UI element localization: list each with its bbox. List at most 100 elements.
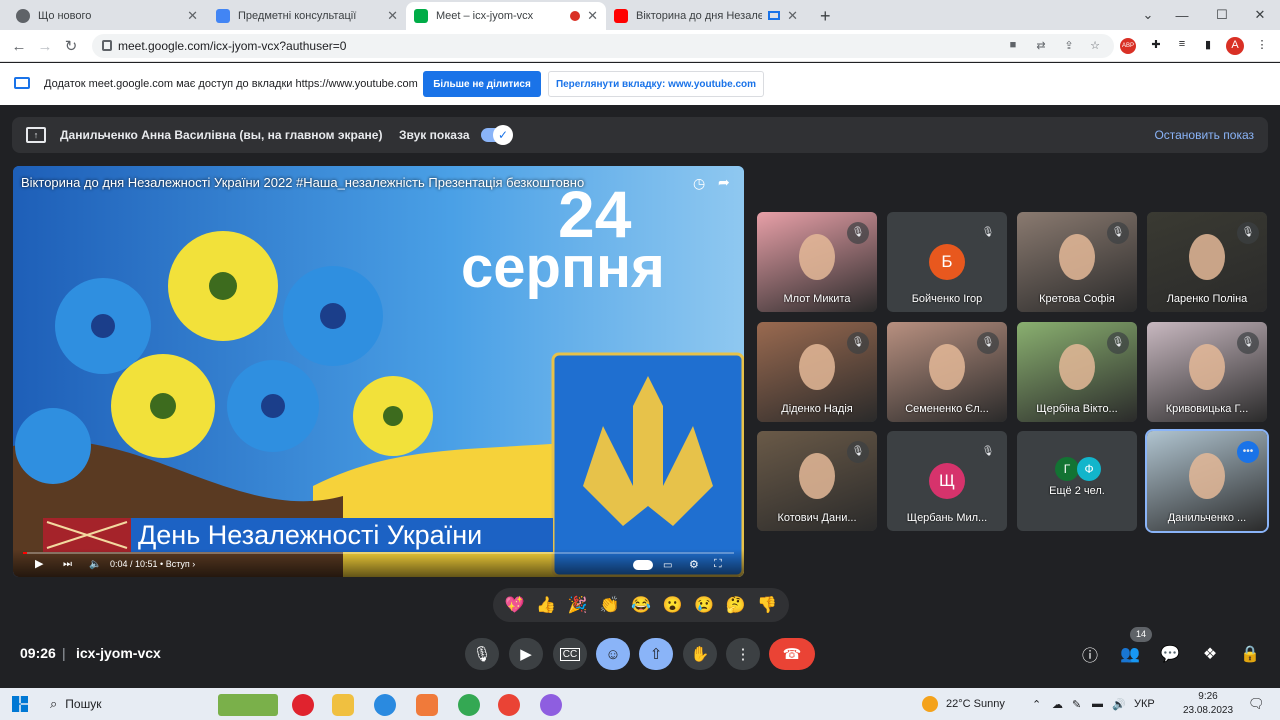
- participant-tile[interactable]: 🎙 Ларенко Поліна: [1147, 212, 1267, 312]
- participant-tile[interactable]: Б 🎙 Бойченко Ігор: [887, 212, 1007, 312]
- chevron-up-icon[interactable]: ⌃: [1032, 688, 1041, 720]
- participant-tile[interactable]: ••• Данильченко ...: [1145, 429, 1269, 533]
- view-tab-button[interactable]: Переглянути вкладку: www.youtube.com: [548, 71, 764, 97]
- participant-tile[interactable]: 🎙 Семененко Єл...: [887, 322, 1007, 422]
- stop-presenting-link[interactable]: Остановить показ: [1154, 128, 1254, 142]
- taskbar-search[interactable]: ⌕ Пошук: [42, 688, 222, 720]
- browser-tab-4[interactable]: Вікторина до дня Незалеж... ✕: [606, 2, 806, 30]
- share-sound-toggle[interactable]: ✓: [481, 125, 513, 145]
- participant-tile[interactable]: Г Ф Ещё 2 чел.: [1017, 431, 1137, 531]
- activities-button[interactable]: ❖: [1198, 642, 1222, 666]
- browser-tab-2[interactable]: Предметні консультації ✕: [208, 2, 406, 30]
- reaction-emoji[interactable]: 🤔: [726, 595, 746, 615]
- shared-video[interactable]: 24 серпня День Незалежності України Вікт…: [13, 166, 744, 577]
- share-video-icon[interactable]: ➦: [718, 174, 730, 191]
- mic-button[interactable]: 🎙: [465, 638, 499, 670]
- app-icon[interactable]: [416, 694, 438, 716]
- weather-widget[interactable]: 22°C Sunny: [922, 688, 1005, 720]
- reaction-emoji[interactable]: 👎: [757, 595, 777, 615]
- pen-icon[interactable]: ✎: [1072, 688, 1081, 720]
- settings-icon[interactable]: ⚙: [689, 558, 699, 571]
- close-tab-icon[interactable]: ✕: [387, 8, 398, 24]
- close-window-icon[interactable]: ✕: [1240, 0, 1280, 30]
- emoji-button[interactable]: ☺: [596, 638, 630, 670]
- leave-call-button[interactable]: ☎: [769, 638, 815, 670]
- close-tab-icon[interactable]: ✕: [587, 8, 598, 24]
- next-icon[interactable]: ⏭: [63, 559, 72, 570]
- speaker-icon[interactable]: 🔊: [1112, 688, 1126, 720]
- mic-icon: 🎙: [472, 646, 492, 663]
- minimize-icon[interactable]: —: [1162, 0, 1202, 30]
- fullscreen-icon[interactable]: ⛶: [714, 558, 722, 571]
- meeting-info-button[interactable]: ⓘ: [1078, 642, 1102, 666]
- language-indicator[interactable]: УКР: [1134, 688, 1155, 720]
- reaction-emoji[interactable]: 💖: [505, 595, 525, 615]
- captions-button[interactable]: CC: [553, 638, 587, 670]
- reaction-emoji[interactable]: 👍: [536, 595, 556, 615]
- hang-up-icon: ☎: [782, 646, 802, 663]
- volume-icon[interactable]: 🔈: [89, 559, 101, 570]
- file-explorer-icon[interactable]: [332, 694, 354, 716]
- edge-icon[interactable]: [374, 694, 396, 716]
- reaction-emoji[interactable]: 😢: [694, 595, 714, 615]
- notifications-icon[interactable]: 🗨: [1248, 688, 1265, 720]
- mic-off-icon: 🎙: [977, 441, 999, 463]
- reload-icon[interactable]: ↻: [58, 30, 84, 62]
- participant-tile[interactable]: 🎙 Котович Дани...: [757, 431, 877, 531]
- subtitles-icon[interactable]: ▭: [663, 560, 672, 571]
- back-icon[interactable]: ←: [6, 30, 32, 62]
- windows-start-icon[interactable]: [12, 696, 28, 712]
- raise-hand-button[interactable]: ✋: [683, 638, 717, 670]
- sidepanel-icon[interactable]: ▮: [1200, 38, 1216, 54]
- forward-icon[interactable]: →: [32, 30, 58, 62]
- camera-button[interactable]: ▶: [509, 638, 543, 670]
- people-button[interactable]: 👥: [1118, 642, 1142, 666]
- menu-dots-icon[interactable]: ⋮: [1254, 38, 1270, 54]
- more-options-button[interactable]: ⋮: [726, 638, 760, 670]
- participant-tile[interactable]: 🎙 Кривовицька Г...: [1147, 322, 1267, 422]
- reaction-emoji[interactable]: 🎉: [568, 595, 588, 615]
- extensions-icon[interactable]: ✚: [1148, 38, 1164, 54]
- profile-avatar[interactable]: A: [1226, 37, 1244, 55]
- present-button[interactable]: ⇧: [639, 638, 673, 670]
- close-tab-icon[interactable]: ✕: [187, 8, 198, 24]
- autoplay-toggle[interactable]: [633, 560, 653, 570]
- progress-track[interactable]: [23, 552, 734, 554]
- media-icon[interactable]: ≡: [1174, 38, 1190, 54]
- participant-tile[interactable]: 🎙 Щербіна Вікто...: [1017, 322, 1137, 422]
- new-tab-button[interactable]: +: [812, 2, 836, 30]
- translate-icon[interactable]: ⇄: [1034, 39, 1048, 53]
- opera-icon[interactable]: [292, 694, 314, 716]
- play-icon[interactable]: ▶: [35, 557, 43, 570]
- chat-button[interactable]: 💬: [1158, 642, 1182, 666]
- host-controls-button[interactable]: 🔒: [1238, 642, 1262, 666]
- participant-tile[interactable]: Щ 🎙 Щербань Мил...: [887, 431, 1007, 531]
- viber-icon[interactable]: [540, 694, 562, 716]
- stop-sharing-button[interactable]: Більше не ділитися: [423, 71, 541, 97]
- tile-options-icon[interactable]: •••: [1237, 441, 1259, 463]
- network-icon[interactable]: ☁: [1052, 688, 1063, 720]
- people-count-badge: 14: [1130, 627, 1152, 642]
- bookmark-star-icon[interactable]: ☆: [1088, 39, 1102, 53]
- battery-icon[interactable]: ▬: [1092, 688, 1103, 720]
- chrome-profile-icon[interactable]: [498, 694, 520, 716]
- browser-tab-3[interactable]: Meet – icx-jyom-vcx ✕: [406, 2, 606, 30]
- chrome-icon[interactable]: [458, 694, 480, 716]
- participant-face: [1189, 344, 1225, 390]
- watch-later-icon[interactable]: ◷: [693, 175, 705, 192]
- adblock-icon[interactable]: ABP: [1120, 38, 1136, 54]
- participant-tile[interactable]: 🎙 Млот Микита: [757, 212, 877, 312]
- reaction-emoji[interactable]: 👏: [599, 595, 619, 615]
- participant-tile[interactable]: 🎙 Кретова Софія: [1017, 212, 1137, 312]
- clock[interactable]: 9:26 23.08.2023: [1178, 690, 1238, 718]
- participant-tile[interactable]: 🎙 Діденко Надія: [757, 322, 877, 422]
- mic-off-icon: 🎙: [1237, 332, 1259, 354]
- reaction-emoji[interactable]: 😮: [663, 595, 683, 615]
- maximize-icon[interactable]: ☐: [1202, 0, 1242, 30]
- reaction-emoji[interactable]: 😂: [631, 595, 651, 615]
- share-icon[interactable]: ⇪: [1062, 39, 1076, 53]
- browser-tab-1[interactable]: Що нового ✕: [8, 2, 206, 30]
- camera-icon[interactable]: ■: [1006, 39, 1020, 53]
- close-tab-icon[interactable]: ✕: [787, 8, 798, 24]
- url-field[interactable]: meet.google.com/icx-jyom-vcx?authuser=0 …: [92, 34, 1114, 58]
